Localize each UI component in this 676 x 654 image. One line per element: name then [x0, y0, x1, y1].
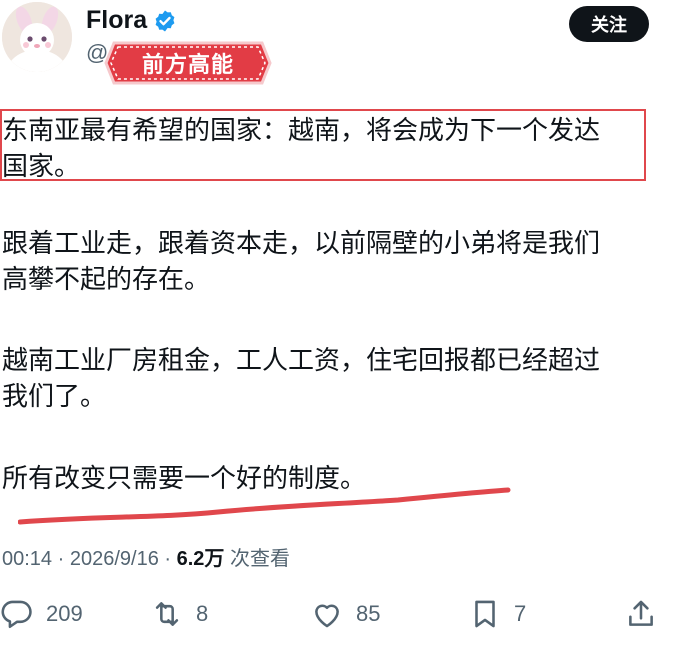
tweet-paragraph-2: 跟着工业走，跟着资本走，以前隔壁的小弟将是我们 高攀不起的存在。 — [2, 226, 662, 298]
retweet-button[interactable]: 8 — [150, 594, 208, 634]
tweet-paragraph-3: 越南工业厂房租金，工人工资，住宅回报都已经超过 我们了。 — [2, 343, 662, 415]
bookmark-count: 7 — [514, 601, 527, 626]
like-button[interactable]: 85 — [310, 594, 380, 634]
follow-button[interactable]: 关注 — [569, 6, 649, 42]
like-count: 85 — [356, 601, 381, 626]
avatar-image — [2, 2, 72, 72]
red-underline-mark — [18, 487, 511, 525]
views-label: 次查看 — [224, 548, 290, 570]
tweet-p3-line1: 越南工业厂房租金，工人工资，住宅回报都已经超过 — [2, 346, 601, 376]
reply-count: 209 — [46, 601, 83, 626]
reply-icon — [1, 600, 32, 629]
action-bar: 209 8 85 7 — [0, 594, 676, 634]
avatar[interactable] — [2, 2, 72, 72]
meta-separator: · — [158, 548, 177, 570]
views-count: 6.2万 — [176, 548, 225, 570]
bookmark-button[interactable]: 7 — [468, 594, 526, 634]
share-icon — [629, 600, 653, 626]
bookmark-icon — [475, 600, 495, 628]
tweet-meta-row: 00:14 · 2026/9/16 · 6.2万 次查看 — [2, 542, 290, 571]
tweet-time[interactable]: 00:14 — [2, 548, 52, 571]
reply-button[interactable]: 209 — [0, 594, 83, 634]
tweet-p2-line2: 高攀不起的存在。 — [2, 265, 211, 295]
tweet-p3-line2: 我们了。 — [2, 382, 107, 412]
share-button[interactable] — [624, 594, 658, 634]
retweet-count: 8 — [196, 601, 209, 626]
tweet-date[interactable]: 2026/9/16 — [70, 548, 159, 571]
overlay-banner: 前方高能 — [100, 37, 276, 89]
heart-icon — [315, 604, 339, 628]
meta-separator: · — [52, 548, 70, 570]
tweet-p2-line1: 跟着工业走，跟着资本走，以前隔壁的小弟将是我们 — [2, 229, 601, 259]
highlight-box — [0, 109, 646, 181]
banner-text: 前方高能 — [141, 53, 234, 78]
display-name[interactable]: Flora — [86, 6, 147, 35]
retweet-icon — [155, 602, 179, 626]
verified-badge-icon — [155, 10, 175, 31]
author-name-row[interactable]: Flora — [86, 6, 177, 35]
